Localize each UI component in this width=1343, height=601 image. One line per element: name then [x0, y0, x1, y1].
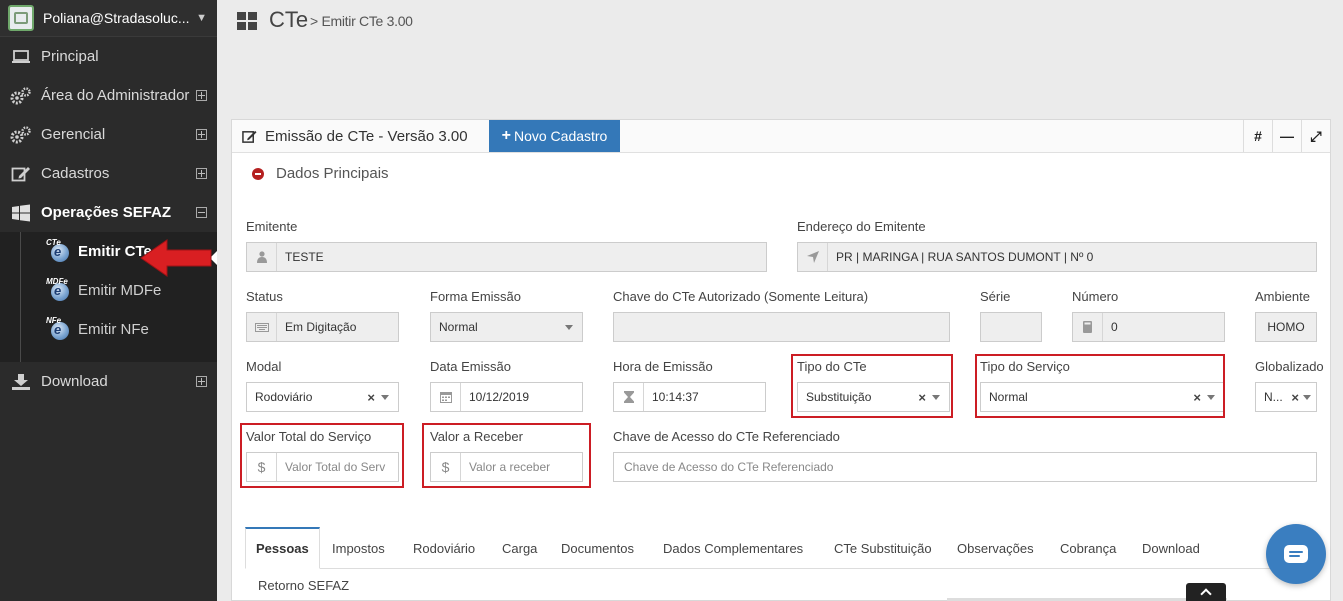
ambiente-label: Ambiente — [1255, 289, 1310, 304]
nfe-globe-icon: e NFe — [46, 316, 70, 341]
emitente-label: Emitente — [246, 219, 298, 234]
highlight-valor-total — [240, 423, 404, 488]
mdfe-globe-icon: e MDFe — [46, 277, 70, 302]
tab-cte-substituicao[interactable]: CTe Substituição — [834, 527, 932, 569]
ambiente-field[interactable]: HOMO — [1255, 312, 1317, 342]
status-label: Status — [246, 289, 283, 304]
red-arrow-annotation — [140, 239, 212, 277]
windows-icon — [10, 204, 32, 222]
chave-referenciado-label: Chave de Acesso do CTe Referenciado — [613, 429, 840, 444]
tab-carga[interactable]: Carga — [502, 527, 537, 569]
laptop-icon — [10, 48, 32, 66]
chevron-down-icon: ▼ — [196, 12, 207, 24]
highlight-tipo-servico — [975, 354, 1225, 418]
tab-documentos[interactable]: Documentos — [561, 527, 634, 569]
serie-label: Série — [980, 289, 1011, 304]
calendar-icon — [431, 383, 461, 411]
globalizado-label: Globalizado — [1255, 359, 1324, 374]
endereco-label: Endereço do Emitente — [797, 219, 926, 234]
chat-button[interactable] — [1266, 524, 1326, 584]
cte-globe-icon: e CTe — [46, 238, 70, 263]
forma-emissao-select[interactable]: Normal — [430, 312, 583, 342]
tab-impostos[interactable]: Impostos — [332, 527, 385, 569]
sidebar-item-administrador[interactable]: Área do Administrador — [0, 76, 217, 115]
serie-field[interactable] — [980, 312, 1042, 342]
scroll-top-button[interactable] — [1186, 583, 1226, 601]
chevron-down-icon — [381, 394, 389, 400]
clear-icon[interactable]: × — [1291, 390, 1299, 405]
hora-emissao-label: Hora de Emissão — [613, 359, 713, 374]
status-field[interactable]: Em Digitação — [246, 312, 399, 342]
emitente-field[interactable]: TESTE — [246, 242, 767, 272]
expand-icon[interactable]: ⤢ — [1301, 120, 1330, 152]
clear-icon[interactable]: × — [367, 390, 375, 405]
endereco-field[interactable]: PR | MARINGA | RUA SANTOS DUMONT | Nº 0 — [797, 242, 1317, 272]
globalizado-select[interactable]: N... × — [1255, 382, 1317, 412]
minimize-icon[interactable]: — — [1272, 120, 1301, 152]
data-emissao-field[interactable]: 10/12/2019 — [430, 382, 583, 412]
plus-icon: + — [501, 127, 511, 144]
tab-bar: Pessoas Impostos Rodoviário Carga Docume… — [245, 527, 1317, 569]
highlight-valor-receber — [422, 423, 591, 488]
gears-icon — [10, 86, 32, 105]
user-name: Poliana@Stradasoluc... — [43, 10, 190, 26]
expand-icon[interactable] — [196, 168, 207, 179]
novo-cadastro-button[interactable]: + Novo Cadastro — [489, 120, 620, 152]
expand-icon[interactable] — [196, 90, 207, 101]
sidebar-item-cadastros[interactable]: Cadastros — [0, 154, 217, 193]
tab-dados-complementares[interactable]: Dados Complementares — [663, 527, 803, 569]
top-bar: CTe > Emitir CTe 3.00 — [217, 0, 1343, 42]
collapse-icon — [252, 167, 264, 180]
tab-rodoviario[interactable]: Rodoviário — [413, 527, 475, 569]
tab-retorno-sefaz[interactable]: Retorno SEFAZ — [258, 578, 349, 593]
breadcrumb: > Emitir CTe 3.00 — [310, 13, 413, 29]
edit-icon — [10, 165, 32, 183]
expand-icon[interactable] — [196, 376, 207, 387]
calculator-icon — [1073, 313, 1103, 341]
modal-label: Modal — [246, 359, 282, 374]
panel-title: Emissão de CTe - Versão 3.00 — [265, 128, 468, 145]
download-icon — [10, 373, 32, 391]
sidebar-item-emitir-nfe[interactable]: e NFe Emitir NFe — [0, 310, 217, 349]
keyboard-icon — [247, 313, 277, 341]
collapse-icon[interactable] — [196, 207, 207, 218]
numero-field[interactable]: 0 — [1072, 312, 1225, 342]
data-emissao-label: Data Emissão — [430, 359, 511, 374]
user-icon — [247, 243, 277, 271]
sidebar-item-operacoes-sefaz[interactable]: Operações SEFAZ — [0, 193, 217, 232]
highlight-tipo-cte — [791, 354, 953, 418]
sidebar: Poliana@Stradasoluc... ▼ Principal Área … — [0, 0, 217, 601]
chevron-down-icon — [1303, 394, 1311, 400]
avatar — [8, 5, 34, 31]
edit-icon — [242, 130, 257, 143]
chave-autorizado-field[interactable] — [613, 312, 950, 342]
panel-header: Emissão de CTe - Versão 3.00 + Novo Cadas… — [232, 120, 1330, 153]
page-title: CTe — [269, 7, 309, 32]
chat-icon — [1284, 545, 1308, 563]
location-arrow-icon — [798, 243, 828, 271]
tab-observacoes[interactable]: Observações — [957, 527, 1034, 569]
hora-emissao-field[interactable]: 10:14:37 — [613, 382, 766, 412]
sidebar-item-download[interactable]: Download — [0, 362, 217, 401]
hourglass-icon — [614, 383, 644, 411]
expand-icon[interactable] — [196, 129, 207, 140]
sidebar-item-gerencial[interactable]: Gerencial — [0, 115, 217, 154]
tab-cobranca[interactable]: Cobrança — [1060, 527, 1116, 569]
chave-referenciado-input[interactable]: Chave de Acesso do CTe Referenciado — [613, 452, 1317, 482]
sidebar-item-principal[interactable]: Principal — [0, 37, 217, 76]
user-menu[interactable]: Poliana@Stradasoluc... ▼ — [0, 0, 217, 37]
hash-icon[interactable]: # — [1243, 120, 1272, 152]
chevron-down-icon — [565, 324, 573, 330]
section-dados-principais[interactable]: Dados Principais — [252, 165, 389, 182]
tab-download[interactable]: Download — [1142, 527, 1200, 569]
gears-icon — [10, 125, 32, 144]
chevron-up-icon — [1200, 588, 1212, 600]
forma-emissao-label: Forma Emissão — [430, 289, 522, 304]
numero-label: Número — [1072, 289, 1119, 304]
windows-icon — [237, 12, 257, 30]
chave-autorizado-label: Chave do CTe Autorizado (Somente Leitura… — [613, 289, 869, 304]
modal-select[interactable]: Rodoviário × — [246, 382, 399, 412]
tab-pessoas[interactable]: Pessoas — [245, 527, 320, 569]
